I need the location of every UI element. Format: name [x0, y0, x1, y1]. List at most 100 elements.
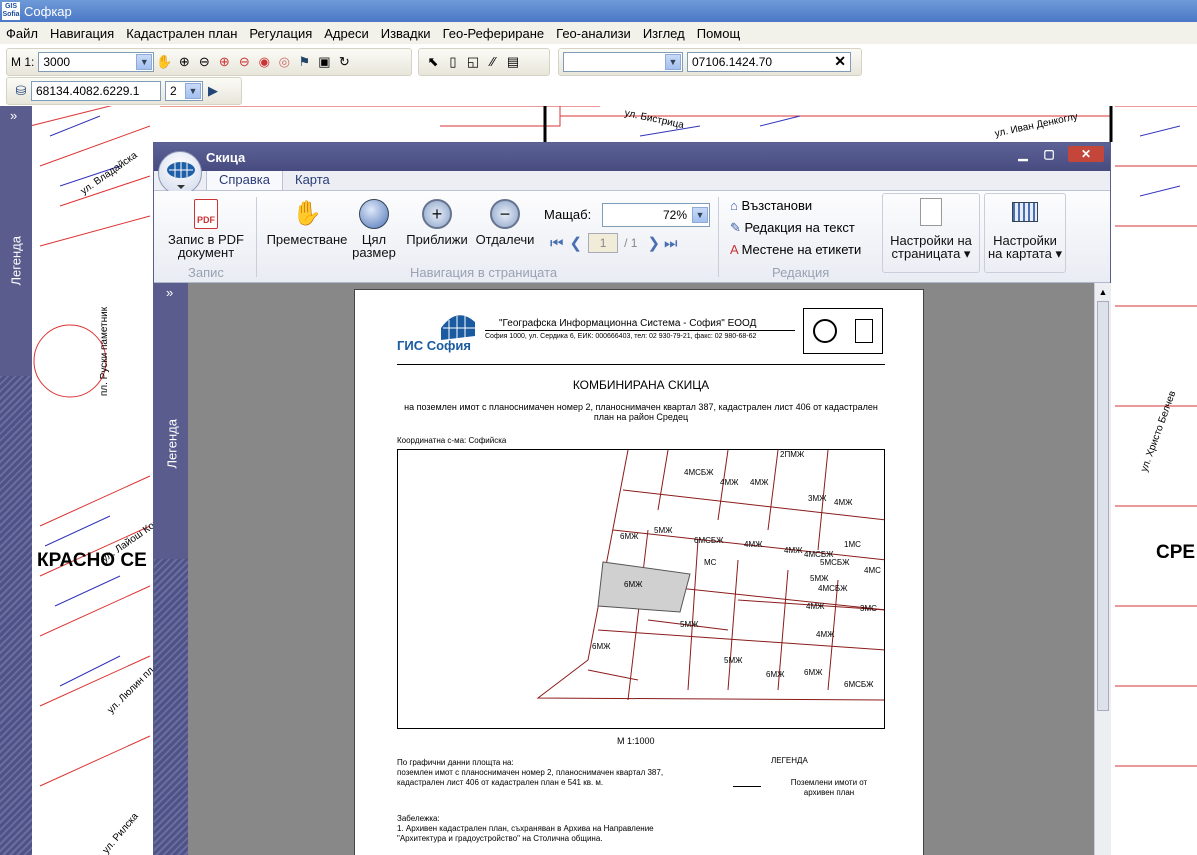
- zoom-plus-icon[interactable]: ⊕: [216, 54, 232, 70]
- menu-navigation[interactable]: Навигация: [50, 26, 114, 41]
- last-page-icon[interactable]: ⏭: [664, 235, 678, 252]
- menu-cadastral[interactable]: Кадастрален план: [126, 26, 237, 41]
- menu-georef[interactable]: Гео-Рефериране: [443, 26, 545, 41]
- map-icon: [1012, 202, 1038, 222]
- map-settings-label: Настройки на картата ▾: [987, 233, 1063, 261]
- inset-label: 6МСБЖ: [844, 680, 874, 689]
- identify-icon[interactable]: ◱: [465, 54, 481, 70]
- globe-icon: [167, 162, 195, 189]
- layers-icon[interactable]: ▤: [505, 54, 521, 70]
- move-button[interactable]: ✋ Преместване: [266, 199, 348, 246]
- menu-file[interactable]: Файл: [6, 26, 38, 41]
- expand-icon[interactable]: »: [10, 108, 17, 123]
- tab-map[interactable]: Карта: [283, 169, 342, 190]
- tab-report[interactable]: Справка: [206, 168, 283, 190]
- scale-select[interactable]: 3000 ▼: [38, 52, 155, 72]
- close-icon[interactable]: ✕: [1068, 146, 1104, 162]
- document-viewer[interactable]: ГИС София "Географска Информационна Сист…: [188, 283, 1094, 855]
- zoom-full-icon[interactable]: ◉: [256, 54, 272, 70]
- menu-regulation[interactable]: Регулация: [249, 26, 312, 41]
- move-labels-button[interactable]: A Местене на етикети: [730, 239, 861, 261]
- find-icon[interactable]: ⛁: [13, 83, 29, 99]
- cadastral-inset-map: 4МСБЖ 2ПМЖ 4МЖ 4МЖ 3МЖ 4МЖ 6МЖ 5МЖ 6МСБЖ…: [397, 449, 885, 729]
- play-icon[interactable]: ▶: [205, 83, 221, 99]
- current-page-input[interactable]: 1: [588, 233, 619, 253]
- inset-label: 4МЖ: [834, 498, 853, 507]
- sketch-tabs: Справка Карта: [154, 168, 1110, 191]
- page-select[interactable]: 2 ▼: [165, 81, 203, 101]
- app-orb-button[interactable]: [158, 151, 202, 195]
- vertical-scrollbar[interactable]: ▲: [1094, 283, 1111, 855]
- maximize-icon[interactable]: ▢: [1038, 146, 1060, 162]
- expand-icon[interactable]: »: [166, 285, 173, 300]
- first-page-icon[interactable]: ⏮: [550, 235, 564, 252]
- next-page-icon[interactable]: ❯: [647, 234, 660, 252]
- flag-icon[interactable]: ⚑: [296, 54, 312, 70]
- parcel-input[interactable]: 68134.4082.6229.1: [31, 81, 161, 101]
- area-title: По графични данни площта на:: [397, 758, 514, 767]
- copy-icon[interactable]: ▣: [316, 54, 332, 70]
- zoom-prev-icon[interactable]: ◎: [276, 54, 292, 70]
- doc-heading: КОМБИНИРАНА СКИЦА: [572, 378, 710, 392]
- zoom-minus-icon[interactable]: ⊖: [236, 54, 252, 70]
- close-icon[interactable]: ✕: [834, 53, 846, 70]
- select-icon[interactable]: ⬉: [425, 54, 441, 70]
- chevron-down-icon: ▼: [665, 54, 681, 70]
- main-legend-panel[interactable]: » Легенда: [0, 106, 32, 855]
- page-settings-button[interactable]: Настройки на страницата ▾: [882, 193, 980, 273]
- inset-label: 6МЖ: [624, 580, 643, 589]
- inset-label: 5МЖ: [724, 656, 743, 665]
- inset-label: МС: [704, 558, 717, 567]
- inset-label: 4МЖ: [720, 478, 739, 487]
- zoom-out-label: Отдалечи: [475, 232, 535, 247]
- legend-item: Поземлени имоти от архивен план: [790, 778, 868, 797]
- inset-label: 3МЖ: [808, 494, 827, 503]
- note-title: Забележка:: [397, 814, 440, 823]
- zoom-out-icon[interactable]: ⊖: [196, 54, 212, 70]
- map-settings-button[interactable]: Настройки на картата ▾: [984, 193, 1066, 273]
- measure-icon[interactable]: ⁄⁄: [485, 54, 501, 70]
- menu-view[interactable]: Изглед: [643, 26, 685, 41]
- restore-button[interactable]: ⌂ Възстанови: [730, 195, 861, 217]
- full-size-button[interactable]: Цял размер: [350, 199, 398, 259]
- prev-page-icon[interactable]: ❮: [570, 234, 583, 252]
- code-value: 07106.1424.70: [692, 55, 773, 69]
- note-text: 1. Архивен кадастрален план, съхраняван …: [397, 824, 654, 843]
- pdf-icon: PDF: [194, 199, 218, 229]
- scroll-up-icon[interactable]: ▲: [1095, 287, 1111, 297]
- edit-text-button[interactable]: ✎ Редакция на текст: [730, 217, 861, 239]
- pdf-button[interactable]: PDF Запис в PDF документ: [164, 199, 248, 259]
- code-input[interactable]: 07106.1424.70 ✕: [687, 52, 851, 72]
- layer-select[interactable]: ▼: [563, 52, 683, 72]
- minimize-icon[interactable]: ▁: [1012, 146, 1034, 162]
- shield-icon: [855, 319, 873, 343]
- inset-label: 4МС: [864, 566, 881, 575]
- zoom-in-icon[interactable]: ⊕: [176, 54, 192, 70]
- ribbon-scale-value: 72%: [662, 208, 687, 222]
- inset-label: 3МС: [860, 604, 877, 613]
- zoom-out-button[interactable]: − Отдалечи: [472, 199, 538, 246]
- inset-label: 4МЖ: [816, 630, 835, 639]
- document-page: ГИС София "Географска Информационна Сист…: [354, 289, 924, 855]
- sketch-titlebar: Скица ▁ ▢ ✕: [154, 143, 1110, 171]
- inset-label: 6МЖ: [766, 670, 785, 679]
- page-select-value: 2: [170, 84, 177, 98]
- inset-label: 6МЖ: [804, 668, 823, 677]
- menu-addresses[interactable]: Адреси: [324, 26, 368, 41]
- hand-icon: ✋: [292, 200, 322, 227]
- pan-icon[interactable]: ✋: [156, 54, 172, 70]
- refresh-icon[interactable]: ↻: [336, 54, 352, 70]
- group-edit-label: Редакция: [772, 265, 830, 280]
- inset-label: 4МЖ: [750, 478, 769, 487]
- menu-extracts[interactable]: Извадки: [381, 26, 431, 41]
- ribbon-scale-select[interactable]: 72% ▼: [602, 203, 710, 227]
- chevron-down-icon: ▼: [185, 83, 201, 99]
- inset-label: 4МЖ: [744, 540, 763, 549]
- sketch-legend-panel[interactable]: » Легенда: [154, 283, 188, 855]
- menu-geoanalysis[interactable]: Гео-анализи: [556, 26, 631, 41]
- ribbon-scale-label: Мащаб:: [544, 207, 592, 222]
- scroll-thumb[interactable]: [1097, 301, 1109, 711]
- menu-help[interactable]: Помощ: [697, 26, 740, 41]
- zoom-in-button[interactable]: + Приближи: [404, 199, 470, 246]
- rect-icon[interactable]: ▯: [445, 54, 461, 70]
